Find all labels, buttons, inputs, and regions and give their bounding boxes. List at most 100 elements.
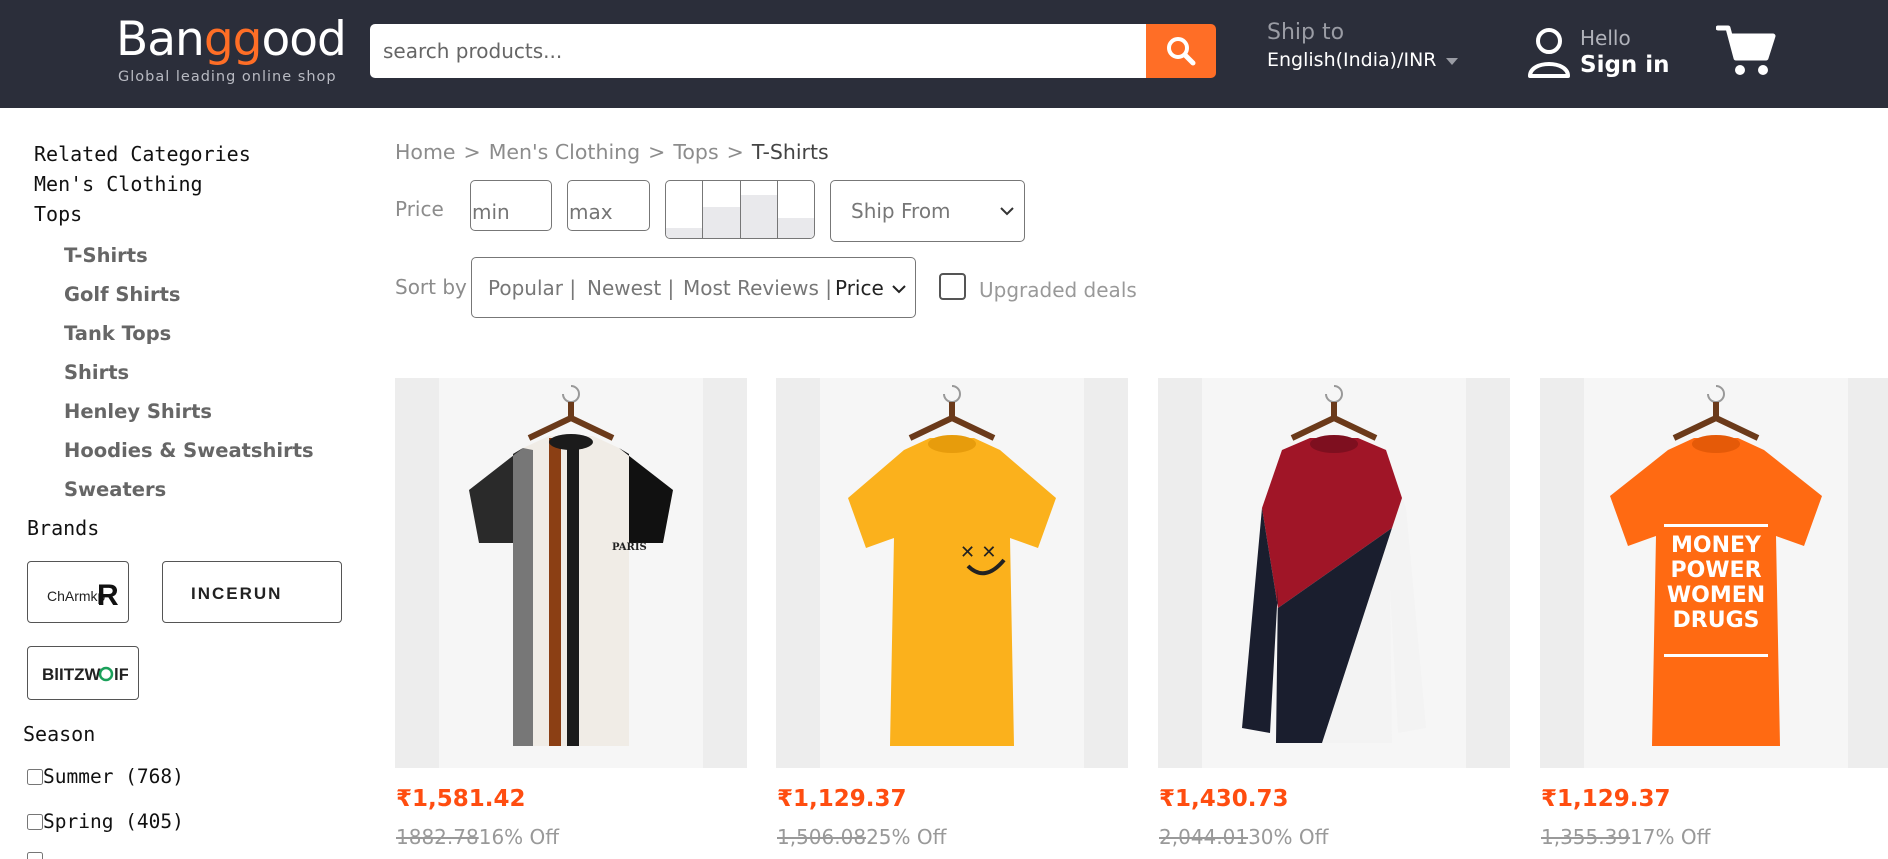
brand-incerun[interactable]: INCERUN: [162, 561, 342, 623]
search-icon: [1167, 37, 1196, 66]
svg-text:INCERUN: INCERUN: [191, 584, 282, 603]
subcategory-shirts[interactable]: Shirts: [64, 361, 129, 384]
ship-to-label: Ship to: [1267, 20, 1345, 45]
product-price: ₹1,129.37: [1541, 786, 1671, 812]
ship-from-label: Ship From: [851, 199, 951, 223]
svg-text:R: R: [97, 579, 119, 612]
subcategory-golf-shirts[interactable]: Golf Shirts: [64, 283, 181, 306]
ship-from-select[interactable]: Ship From: [830, 180, 1025, 242]
search-button[interactable]: [1146, 24, 1216, 78]
sort-options: Popular | Newest | Most Reviews | Price: [471, 257, 916, 318]
banggood-logo[interactable]: Banggood Global leading online shop: [116, 12, 347, 92]
product-image[interactable]: [1158, 378, 1510, 768]
price-range-bar[interactable]: [740, 181, 778, 238]
subcategory-sweaters[interactable]: Sweaters: [64, 478, 166, 501]
brand-charmkpr[interactable]: ChArmkp R: [27, 561, 129, 623]
season-spring-row: Spring (405): [27, 810, 184, 833]
sort-by-label: Sort by: [395, 275, 467, 299]
account-sign-in[interactable]: Hello Sign in: [1526, 24, 1676, 84]
brands-title: Brands: [27, 516, 100, 540]
subcategory-hoodies-sweatshirts[interactable]: Hoodies & Sweatshirts: [64, 439, 314, 462]
breadcrumb-separator: >: [463, 140, 481, 164]
upgraded-deals-filter[interactable]: Upgraded deals: [939, 270, 1137, 302]
upgraded-deals-checkbox[interactable]: [939, 272, 966, 300]
season-spring-checkbox[interactable]: [27, 813, 43, 830]
subcategory-tank-tops[interactable]: Tank Tops: [64, 322, 171, 345]
related-categories-title: Related Categories: [34, 142, 251, 166]
product-price: ₹1,430.73: [1159, 786, 1289, 812]
histogram-fill: [777, 218, 814, 238]
logo-wordmark: Banggood: [116, 12, 347, 67]
search-input[interactable]: [370, 24, 1148, 78]
season-summer-label: Summer (768): [43, 765, 184, 788]
chevron-down-icon: [1000, 207, 1014, 216]
season-summer-checkbox[interactable]: [27, 768, 43, 785]
product-original-price: 1882.7816% Off: [396, 825, 560, 849]
season-next-row: [27, 852, 43, 859]
colorblock-longsleeve-icon: [1242, 385, 1426, 743]
product-original-price: 2,044.0130% Off: [1159, 825, 1329, 849]
product-original-price: 1,506.0825% Off: [777, 825, 947, 849]
sort-newest[interactable]: Newest |: [587, 276, 674, 300]
product-image[interactable]: ✕ ✕: [776, 378, 1128, 768]
subcategory-t-shirts[interactable]: T-Shirts: [64, 244, 148, 267]
user-icon: [1528, 28, 1570, 78]
breadcrumb-separator: >: [726, 140, 744, 164]
ship-to-value: English(India)/INR: [1267, 49, 1437, 71]
subcategory-henley-shirts[interactable]: Henley Shirts: [64, 400, 212, 423]
season-next-checkbox[interactable]: [27, 852, 43, 859]
category-mens-clothing[interactable]: Men's Clothing: [34, 172, 203, 196]
sort-price[interactable]: Price: [835, 276, 884, 300]
price-filter-label: Price: [395, 197, 444, 221]
sort-most-reviews[interactable]: Most Reviews |: [683, 276, 832, 300]
breadcrumb-mens-clothing[interactable]: Men's Clothing: [489, 140, 640, 164]
svg-text:WOMEN: WOMEN: [1667, 583, 1765, 608]
ship-to-selector[interactable]: Ship to English(India)/INR: [1267, 20, 1459, 71]
breadcrumb-separator: >: [648, 140, 666, 164]
sign-in-link[interactable]: Sign in: [1580, 52, 1670, 78]
chevron-down-icon: [892, 285, 906, 294]
sort-popular[interactable]: Popular |: [488, 276, 576, 300]
svg-text:POWER: POWER: [1670, 558, 1761, 583]
breadcrumb: Home > Men's Clothing > Tops > T-Shirts: [395, 140, 829, 164]
svg-text:✕ ✕: ✕ ✕: [960, 542, 996, 563]
price-range-bar[interactable]: [703, 181, 741, 238]
svg-text:lF: lF: [114, 665, 128, 684]
top-header: Banggood Global leading online shop Ship…: [0, 0, 1888, 108]
charmkpr-logo: ChArmkp R: [47, 579, 119, 612]
svg-text:MONEY: MONEY: [1671, 533, 1762, 558]
histogram-fill: [740, 195, 777, 238]
product-image[interactable]: MONEY POWER WOMEN DRUGS: [1540, 378, 1888, 768]
svg-text:BlITZW: BlITZW: [42, 665, 101, 684]
season-summer-row: Summer (768): [27, 765, 184, 788]
category-tops[interactable]: Tops: [34, 202, 82, 226]
logo-tagline: Global leading online shop: [118, 69, 337, 85]
price-min-input[interactable]: [470, 180, 552, 231]
incerun-logo: INCERUN: [191, 584, 282, 603]
breadcrumb-home[interactable]: Home: [395, 140, 456, 164]
product-price: ₹1,129.37: [777, 786, 907, 812]
shirt-print-text: PARIS: [612, 542, 647, 553]
histogram-fill: [703, 206, 740, 238]
hello-label: Hello: [1580, 26, 1631, 50]
orange-slogan-tshirt-icon: MONEY POWER WOMEN DRUGS: [1610, 385, 1822, 746]
caret-down-icon: [1446, 58, 1459, 65]
blitzwolf-logo: BlITZW lF: [42, 665, 128, 684]
yellow-smiley-tshirt-icon: ✕ ✕: [848, 385, 1056, 746]
cart-icon[interactable]: [1716, 22, 1776, 78]
upgraded-deals-label: Upgraded deals: [979, 278, 1137, 302]
product-image[interactable]: PARIS: [395, 378, 747, 768]
brand-blitzwolf[interactable]: BlITZW lF: [27, 646, 139, 700]
price-range-bar[interactable]: [666, 181, 704, 238]
histogram-fill: [666, 227, 703, 238]
season-title: Season: [23, 722, 96, 746]
breadcrumb-tops[interactable]: Tops: [673, 140, 718, 164]
product-price: ₹1,581.42: [396, 786, 526, 812]
price-max-input[interactable]: [567, 180, 650, 231]
category-sidebar: Related Categories Men's Clothing Tops T…: [0, 108, 370, 859]
product-original-price: 1,355.3917% Off: [1541, 825, 1711, 849]
price-range-bar[interactable]: [777, 181, 814, 238]
breadcrumb-current: T-Shirts: [751, 140, 829, 164]
striped-tshirt-icon: PARIS: [469, 385, 673, 746]
price-range-histogram[interactable]: [665, 180, 815, 239]
